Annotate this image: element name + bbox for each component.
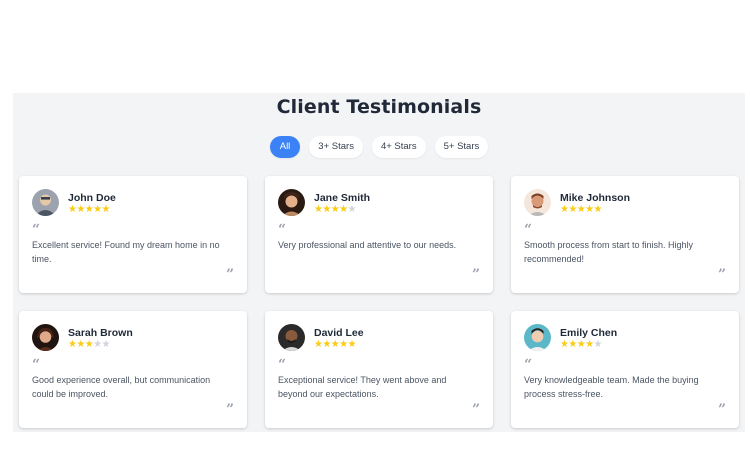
testimonial-card: Sarah Brown ★★★★★ “ Good experience over… [19, 311, 247, 428]
star-rating: ★★★★★ [68, 204, 111, 215]
avatar [524, 324, 551, 351]
star-filled-icon: ★ [330, 204, 340, 215]
star-rating: ★★★★★ [314, 204, 357, 215]
star-filled-icon: ★ [585, 204, 594, 215]
filter-4-stars-button[interactable]: 4+ Stars [371, 136, 426, 158]
avatar [32, 189, 59, 216]
star-filled-icon: ★ [330, 339, 340, 350]
open-quote-icon: “ [524, 357, 533, 373]
star-filled-icon: ★ [585, 339, 594, 350]
open-quote-icon: “ [278, 357, 287, 373]
testimonial-text: Smooth process from start to finish. Hig… [524, 240, 694, 264]
section-title: Client Testimonials [276, 96, 482, 118]
close-quote-icon: ” [225, 402, 234, 418]
client-name: David Lee [314, 327, 364, 339]
avatar [278, 324, 305, 351]
star-rating: ★★★★★ [68, 339, 111, 350]
star-filled-icon: ★ [76, 339, 85, 350]
client-name: Jane Smith [314, 192, 371, 204]
star-empty-icon: ★ [347, 204, 357, 215]
open-quote-icon: “ [32, 222, 41, 238]
testimonial-text: Excellent service! Found my dream home i… [32, 240, 220, 264]
star-filled-icon: ★ [568, 204, 577, 215]
star-empty-icon: ★ [101, 339, 111, 350]
testimonial-card: David Lee ★★★★★ “ Exceptional service! T… [265, 311, 493, 428]
star-filled-icon: ★ [339, 339, 348, 350]
star-filled-icon: ★ [339, 204, 348, 215]
close-quote-icon: ” [471, 402, 480, 418]
open-quote-icon: “ [524, 222, 533, 238]
star-filled-icon: ★ [347, 339, 357, 350]
filter-all-button[interactable]: All [269, 136, 301, 158]
star-filled-icon: ★ [322, 339, 331, 350]
avatar [524, 189, 551, 216]
filter-3-stars-button[interactable]: 3+ Stars [309, 136, 363, 158]
testimonial-text: Very professional and attentive to our n… [278, 240, 457, 250]
client-name: Emily Chen [560, 327, 618, 339]
star-rating: ★★★★★ [560, 339, 603, 350]
close-quote-icon: ” [717, 267, 726, 283]
star-filled-icon: ★ [84, 339, 94, 350]
star-filled-icon: ★ [576, 339, 586, 350]
star-filled-icon: ★ [322, 204, 331, 215]
close-quote-icon: ” [225, 267, 234, 283]
star-filled-icon: ★ [101, 204, 111, 215]
testimonial-card: John Doe ★★★★★ “ Excellent service! Foun… [19, 176, 247, 293]
star-filled-icon: ★ [84, 204, 94, 215]
star-filled-icon: ★ [568, 339, 577, 350]
testimonial-card: Mike Johnson ★★★★★ “ Smooth process from… [511, 176, 739, 293]
testimonial-card: Jane Smith ★★★★★ “ Very professional and… [265, 176, 493, 293]
rating-filter-bar: All 3+ Stars 4+ Stars 5+ Stars [13, 136, 745, 158]
client-name: John Doe [68, 192, 116, 204]
close-quote-icon: ” [717, 402, 726, 418]
star-rating: ★★★★★ [314, 339, 357, 350]
star-filled-icon: ★ [93, 204, 102, 215]
star-rating: ★★★★★ [560, 204, 603, 215]
client-name: Sarah Brown [68, 327, 133, 339]
star-filled-icon: ★ [593, 204, 603, 215]
star-empty-icon: ★ [593, 339, 603, 350]
open-quote-icon: “ [32, 357, 41, 373]
testimonials-section: Client Testimonials All 3+ Stars 4+ Star… [13, 93, 745, 432]
star-empty-icon: ★ [93, 339, 102, 350]
testimonial-text: Very knowledgeable team. Made the buying… [524, 375, 699, 399]
testimonial-text: Good experience overall, but communicati… [32, 375, 211, 399]
testimonial-text: Exceptional service! They went above and… [278, 375, 447, 399]
open-quote-icon: “ [278, 222, 287, 238]
testimonial-card: Emily Chen ★★★★★ “ Very knowledgeable te… [511, 311, 739, 428]
star-filled-icon: ★ [76, 204, 85, 215]
close-quote-icon: ” [471, 267, 480, 283]
star-filled-icon: ★ [576, 204, 586, 215]
avatar [278, 189, 305, 216]
avatar [32, 324, 59, 351]
filter-5-stars-button[interactable]: 5+ Stars [434, 136, 489, 158]
client-name: Mike Johnson [560, 192, 631, 204]
